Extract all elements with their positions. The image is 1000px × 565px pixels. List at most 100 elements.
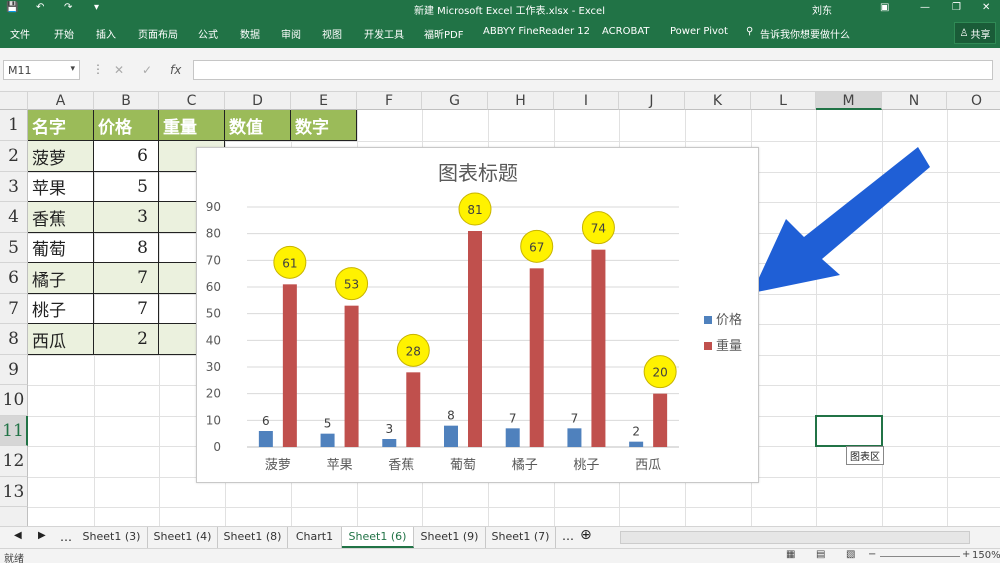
user-name[interactable]: 刘东 <box>812 2 832 17</box>
cell-b3[interactable]: 5 <box>94 172 159 202</box>
tab-home[interactable]: 开始 <box>54 26 74 41</box>
zoom-level[interactable]: 150% <box>972 550 1000 561</box>
column-header-e[interactable]: E <box>291 92 357 110</box>
column-header-j[interactable]: J <box>619 92 685 110</box>
active-cell-m11[interactable] <box>815 415 883 447</box>
chevron-down-icon[interactable]: ▾ <box>70 64 75 74</box>
tab-page-layout[interactable]: 页面布局 <box>138 26 178 41</box>
scroll-left-icon[interactable]: ◀ <box>14 530 22 541</box>
chart-area[interactable]: 图表标题 0 10 20 30 40 50 60 70 80 90 6 61 菠萝 5 53 苹果 3 28 香蕉 8 8… <box>196 147 759 483</box>
tab-view[interactable]: 视图 <box>322 26 342 41</box>
page-layout-view-icon[interactable]: ▤ <box>816 549 825 560</box>
customize-quick-access-icon[interactable]: ▾ <box>94 2 99 13</box>
sheet-tab-active[interactable]: Sheet1 (6) <box>342 527 414 548</box>
zoom-out-icon[interactable]: − <box>868 549 876 560</box>
cancel-icon[interactable]: ✕ <box>114 63 124 77</box>
column-header-a[interactable]: A <box>28 92 94 110</box>
cell-e1[interactable]: 数字 <box>291 110 357 141</box>
row-header-4[interactable]: 4 <box>0 202 28 233</box>
row-header-11[interactable]: 11 <box>0 416 28 446</box>
cell-b5[interactable]: 8 <box>94 233 159 263</box>
cell-a1[interactable]: 名字 <box>28 110 94 141</box>
column-header-b[interactable]: B <box>94 92 159 110</box>
column-header-n[interactable]: N <box>882 92 947 110</box>
tab-abbyy[interactable]: ABBYY FineReader 12 <box>483 26 590 37</box>
cell-b6[interactable]: 7 <box>94 263 159 294</box>
cell-a6[interactable]: 橘子 <box>28 263 94 294</box>
undo-icon[interactable]: ↶ <box>36 2 44 13</box>
cell-a2[interactable]: 菠萝 <box>28 141 94 172</box>
save-icon[interactable]: 💾 <box>6 2 18 13</box>
column-header-k[interactable]: K <box>685 92 751 110</box>
cell-d1[interactable]: 数值 <box>225 110 291 141</box>
horizontal-scrollbar[interactable] <box>620 531 970 544</box>
restore-icon[interactable]: ❐ <box>952 2 961 13</box>
cell-a7[interactable]: 桃子 <box>28 294 94 324</box>
ribbon-options-icon[interactable]: ▣ <box>880 2 889 13</box>
formula-input[interactable] <box>193 60 993 80</box>
column-header-l[interactable]: L <box>751 92 816 110</box>
redo-icon[interactable]: ↷ <box>64 2 72 13</box>
cell-b7[interactable]: 7 <box>94 294 159 324</box>
cell-b2[interactable]: 6 <box>94 141 159 172</box>
column-header-f[interactable]: F <box>357 92 422 110</box>
tab-acrobat[interactable]: ACROBAT <box>602 26 650 37</box>
tab-formulas[interactable]: 公式 <box>198 26 218 41</box>
tab-data[interactable]: 数据 <box>240 26 260 41</box>
column-header-i[interactable]: I <box>554 92 619 110</box>
cell-b8[interactable]: 2 <box>94 324 159 355</box>
cell-b1[interactable]: 价格 <box>94 110 159 141</box>
row-header-5[interactable]: 5 <box>0 233 28 263</box>
tab-foxit-pdf[interactable]: 福昕PDF <box>424 26 463 41</box>
cell-a4[interactable]: 香蕉 <box>28 202 94 233</box>
zoom-in-icon[interactable]: + <box>962 549 970 560</box>
cell-b4[interactable]: 3 <box>94 202 159 233</box>
tell-me-search[interactable]: 告诉我你想要做什么 <box>760 26 850 41</box>
row-header-6[interactable]: 6 <box>0 263 28 294</box>
tab-power-pivot[interactable]: Power Pivot <box>670 26 728 37</box>
name-box[interactable]: M11 ▾ <box>3 60 80 80</box>
row-header-2[interactable]: 2 <box>0 141 28 172</box>
row-header-7[interactable]: 7 <box>0 294 28 324</box>
row-header-12[interactable]: 12 <box>0 446 28 477</box>
page-break-view-icon[interactable]: ▧ <box>846 549 855 560</box>
column-header-c[interactable]: C <box>159 92 225 110</box>
cell-a5[interactable]: 葡萄 <box>28 233 94 263</box>
sheet-tab-7[interactable]: Sheet1 (7) <box>486 527 556 548</box>
normal-view-icon[interactable]: ▦ <box>786 549 795 560</box>
row-header-13[interactable]: 13 <box>0 477 28 507</box>
share-button[interactable]: ♙ 共享 <box>954 22 996 44</box>
scroll-right-icon[interactable]: ▶ <box>38 530 46 541</box>
column-header-m[interactable]: M <box>816 92 882 110</box>
row-header-10[interactable]: 10 <box>0 385 28 416</box>
close-icon[interactable]: ✕ <box>982 2 990 13</box>
tab-developer[interactable]: 开发工具 <box>364 26 404 41</box>
column-header-g[interactable]: G <box>422 92 488 110</box>
row-header-1[interactable]: 1 <box>0 110 28 141</box>
row-header-3[interactable]: 3 <box>0 172 28 202</box>
sheet-tab-1[interactable]: Sheet1 (3) <box>76 527 148 548</box>
cell-c1[interactable]: 重量 <box>159 110 225 141</box>
column-header-h[interactable]: H <box>488 92 554 110</box>
row-header-8[interactable]: 8 <box>0 324 28 355</box>
tab-review[interactable]: 审阅 <box>281 26 301 41</box>
tab-file[interactable]: 文件 <box>10 26 30 41</box>
cell-a3[interactable]: 苹果 <box>28 172 94 202</box>
sheet-tab-3[interactable]: Sheet1 (8) <box>218 527 288 548</box>
sheet-tab-4[interactable]: Chart1 <box>288 527 342 548</box>
row-header-9[interactable]: 9 <box>0 355 28 385</box>
row-header-14[interactable] <box>0 507 28 526</box>
zoom-slider[interactable] <box>880 556 960 557</box>
cell-a8[interactable]: 西瓜 <box>28 324 94 355</box>
more-sheets-icon[interactable]: … <box>60 530 72 544</box>
more-sheets-icon[interactable]: … <box>562 529 574 543</box>
sheet-tab-6[interactable]: Sheet1 (9) <box>414 527 486 548</box>
select-all-corner[interactable] <box>0 92 28 110</box>
add-sheet-icon[interactable]: ⊕ <box>580 527 592 543</box>
sheet-tab-2[interactable]: Sheet1 (4) <box>148 527 218 548</box>
tab-insert[interactable]: 插入 <box>96 26 116 41</box>
column-header-o[interactable]: O <box>947 92 1000 110</box>
minimize-icon[interactable]: — <box>920 2 930 13</box>
insert-function-button[interactable]: fx <box>170 63 181 77</box>
enter-icon[interactable]: ✓ <box>142 63 152 77</box>
